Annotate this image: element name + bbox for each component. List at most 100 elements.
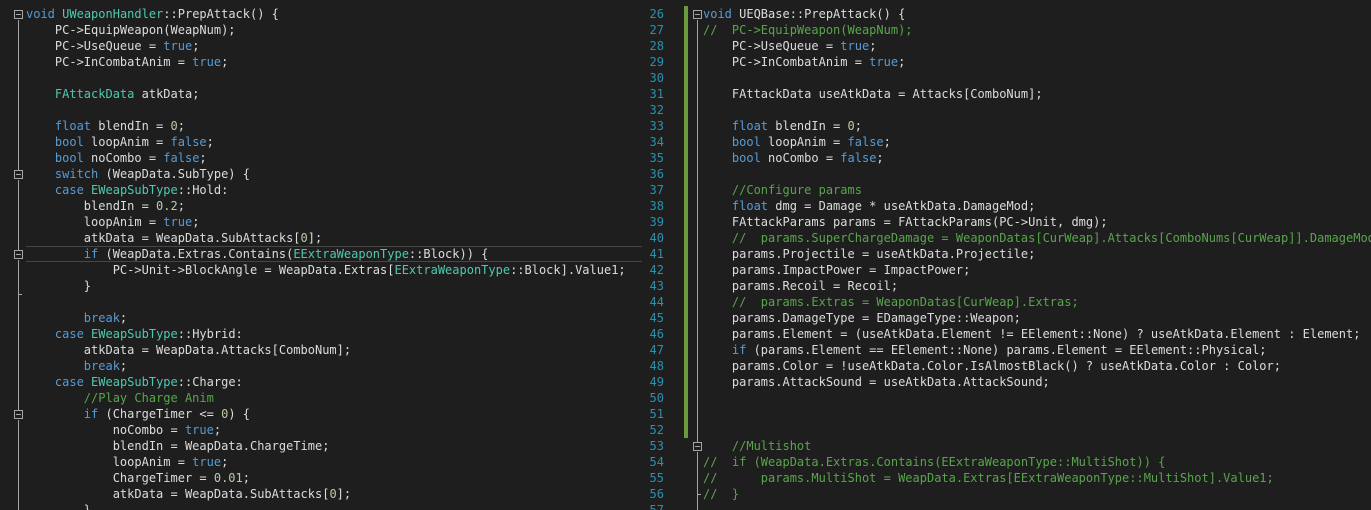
code-line[interactable]: params.ImpactPower = ImpactPower; bbox=[703, 262, 1371, 278]
code-line[interactable] bbox=[703, 70, 1371, 86]
code-line[interactable]: ChargeTimer = 0.01; bbox=[26, 470, 642, 486]
code-token: PC->InCombatAnim = bbox=[26, 55, 193, 69]
code-line[interactable]: FAttackData useAtkData = Attacks[ComboNu… bbox=[703, 86, 1371, 102]
line-number: 43 bbox=[649, 279, 664, 293]
code-line[interactable]: break; bbox=[26, 358, 642, 374]
code-token: true bbox=[192, 455, 222, 469]
code-line[interactable]: //Configure params bbox=[703, 182, 1371, 198]
left-editor-pane[interactable]: void UWeaponHandler::PrepAttack() { PC->… bbox=[0, 6, 642, 510]
code-line[interactable] bbox=[703, 502, 1371, 510]
code-token: 0 bbox=[847, 119, 855, 133]
code-line[interactable]: atkData = WeapData.SubAttacks[0]; bbox=[26, 486, 642, 502]
code-line[interactable]: // if (WeapData.Extras.Contains(EExtraWe… bbox=[703, 454, 1371, 470]
code-line[interactable]: // params.SuperChargeDamage = WeaponData… bbox=[703, 230, 1371, 246]
code-line[interactable] bbox=[703, 422, 1371, 438]
code-token: ; bbox=[869, 39, 877, 53]
code-line[interactable]: void UEQBase::PrepAttack() { bbox=[703, 6, 1371, 22]
code-line[interactable]: blendIn = 0.2; bbox=[26, 198, 642, 214]
fold-collapse-icon[interactable] bbox=[14, 410, 23, 419]
code-line[interactable]: PC->EquipWeapon(WeapNum); bbox=[26, 22, 642, 38]
code-line[interactable]: float blendIn = 0; bbox=[703, 118, 1371, 134]
fold-collapse-icon[interactable] bbox=[14, 10, 23, 19]
code-line[interactable]: PC->UseQueue = true; bbox=[703, 38, 1371, 54]
code-line[interactable]: case EWeapSubType::Charge: bbox=[26, 374, 642, 390]
code-line[interactable]: case EWeapSubType::Hybrid: bbox=[26, 326, 642, 342]
code-line[interactable]: // } bbox=[703, 486, 1371, 502]
fold-collapse-icon[interactable] bbox=[14, 250, 23, 259]
code-line[interactable] bbox=[703, 166, 1371, 182]
line-number: 53 bbox=[649, 439, 664, 453]
code-token: ; bbox=[119, 311, 128, 325]
code-line[interactable]: loopAnim = true; bbox=[26, 214, 642, 230]
fold-collapse-icon[interactable] bbox=[14, 170, 23, 179]
code-line[interactable]: bool loopAnim = false; bbox=[703, 134, 1371, 150]
right-editor-pane[interactable]: 26 27 28 29 30 31 32 33 34 35 36 37 38 39 40 41 42 43 44 45… bbox=[644, 6, 1371, 510]
code-line[interactable]: params.Recoil = Recoil; bbox=[703, 278, 1371, 294]
code-line[interactable]: bool noCombo = false; bbox=[26, 150, 642, 166]
code-line[interactable]: } bbox=[26, 502, 642, 510]
code-token: params.Color = !useAtkData.Color.IsAlmos… bbox=[703, 359, 1281, 373]
code-line[interactable]: // params.MultiShot = WeapData.Extras[EE… bbox=[703, 470, 1371, 486]
code-line[interactable]: if (ChargeTimer <= 0) { bbox=[26, 406, 642, 422]
code-line[interactable]: float blendIn = 0; bbox=[26, 118, 642, 134]
code-line[interactable] bbox=[703, 406, 1371, 422]
code-line[interactable]: FAttackData atkData; bbox=[26, 86, 642, 102]
code-line[interactable] bbox=[26, 70, 642, 86]
code-line[interactable] bbox=[703, 102, 1371, 118]
code-line[interactable]: PC->InCombatAnim = true; bbox=[26, 54, 642, 70]
code-token: atkData = WeapData.SubAttacks[ bbox=[26, 487, 330, 501]
code-line[interactable]: void UWeaponHandler::PrepAttack() { bbox=[26, 6, 642, 22]
code-line[interactable]: switch (WeapData.SubType) { bbox=[26, 166, 642, 182]
code-line[interactable]: loopAnim = true; bbox=[26, 454, 642, 470]
code-line[interactable] bbox=[26, 294, 642, 310]
code-line[interactable]: break; bbox=[26, 310, 642, 326]
code-line[interactable]: bool noCombo = false; bbox=[703, 150, 1371, 166]
code-line[interactable]: blendIn = WeapData.ChargeTime; bbox=[26, 438, 642, 454]
code-line[interactable] bbox=[26, 102, 642, 118]
code-token: params.Element = (useAtkData.Element != … bbox=[703, 327, 1361, 341]
right-code-area[interactable]: void UEQBase::PrepAttack() {// PC->Equip… bbox=[703, 6, 1371, 510]
left-code-area[interactable]: void UWeaponHandler::PrepAttack() { PC->… bbox=[26, 6, 642, 510]
code-line[interactable]: params.DamageType = EDamageType::Weapon; bbox=[703, 310, 1371, 326]
code-token: bool bbox=[54, 151, 84, 165]
code-line[interactable]: // PC->EquipWeapon(WeapNum); bbox=[703, 22, 1371, 38]
code-line[interactable]: FAttackParams params = FAttackParams(PC-… bbox=[703, 214, 1371, 230]
code-token: false bbox=[840, 151, 877, 165]
fold-guide bbox=[697, 20, 698, 442]
code-line[interactable]: case EWeapSubType::Hold: bbox=[26, 182, 642, 198]
code-line[interactable]: if (params.Element == EElement::None) pa… bbox=[703, 342, 1371, 358]
code-line[interactable]: PC->Unit->BlockAngle = WeapData.Extras[E… bbox=[26, 262, 642, 278]
code-line[interactable]: bool loopAnim = false; bbox=[26, 134, 642, 150]
code-token: float bbox=[54, 119, 92, 133]
code-line[interactable]: atkData = WeapData.Attacks[ComboNum]; bbox=[26, 342, 642, 358]
code-line[interactable] bbox=[703, 390, 1371, 406]
fold-collapse-icon[interactable] bbox=[693, 442, 702, 451]
code-line[interactable]: PC->UseQueue = true; bbox=[26, 38, 642, 54]
line-number: 48 bbox=[649, 359, 664, 373]
code-token: ) { bbox=[228, 407, 250, 421]
code-line[interactable]: params.Color = !useAtkData.Color.IsAlmos… bbox=[703, 358, 1371, 374]
fold-collapse-icon[interactable] bbox=[693, 10, 702, 19]
code-token: true bbox=[163, 39, 193, 53]
code-line[interactable]: //Play Charge Anim bbox=[26, 390, 642, 406]
code-line[interactable]: //Multishot bbox=[703, 438, 1371, 454]
code-line[interactable]: } bbox=[26, 278, 642, 294]
code-token: EWeapSubType bbox=[91, 327, 178, 341]
code-line[interactable]: params.AttackSound = useAtkData.AttackSo… bbox=[703, 374, 1371, 390]
code-token: 0.2 bbox=[156, 199, 178, 213]
code-line[interactable]: float dmg = Damage * useAtkData.DamageMo… bbox=[703, 198, 1371, 214]
code-line[interactable]: if (WeapData.Extras.Contains(EExtraWeapo… bbox=[26, 246, 642, 262]
code-line[interactable]: params.Projectile = useAtkData.Projectil… bbox=[703, 246, 1371, 262]
code-line[interactable]: atkData = WeapData.SubAttacks[0]; bbox=[26, 230, 642, 246]
code-token: //Configure params bbox=[731, 183, 862, 197]
line-number: 37 bbox=[649, 183, 664, 197]
code-line[interactable]: // params.Extras = WeaponDatas[CurWeap].… bbox=[703, 294, 1371, 310]
code-line[interactable]: params.Element = (useAtkData.Element != … bbox=[703, 326, 1371, 342]
code-line[interactable]: noCombo = true; bbox=[26, 422, 642, 438]
code-line[interactable]: PC->InCombatAnim = true; bbox=[703, 54, 1371, 70]
